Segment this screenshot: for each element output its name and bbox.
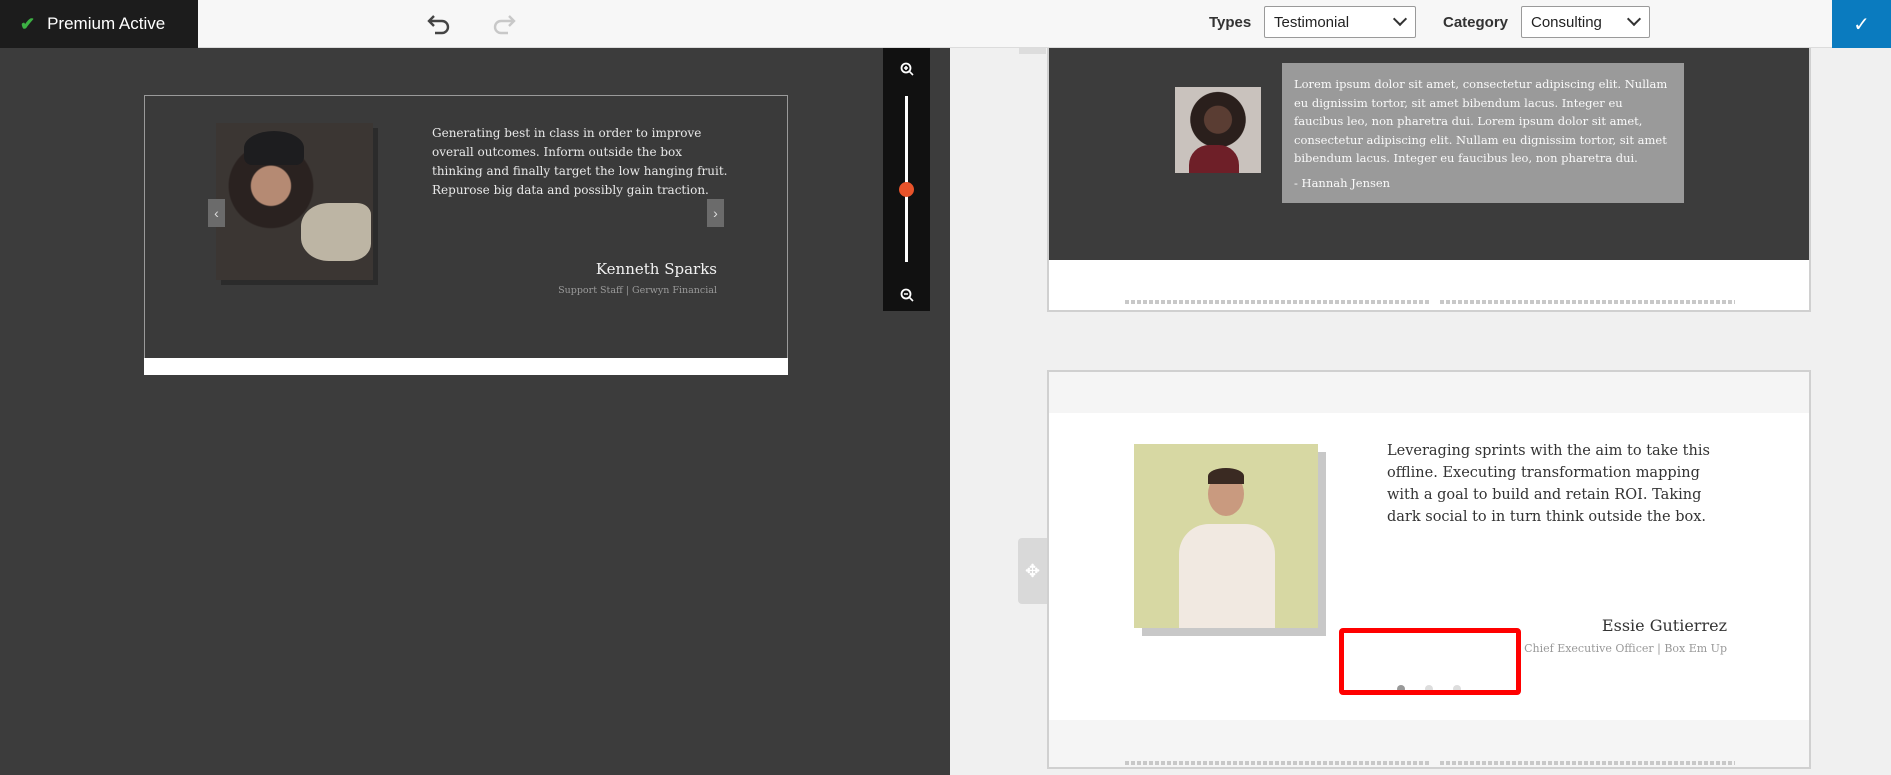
move-icon: ✥ — [1024, 560, 1041, 581]
photo-detail — [1208, 468, 1244, 484]
footer-placeholder — [1440, 761, 1735, 765]
photo-detail — [301, 203, 371, 261]
confirm-button[interactable]: ✓ — [1832, 0, 1891, 48]
category-label: Category — [1443, 14, 1509, 31]
premium-status: ✔ Premium Active — [0, 0, 198, 48]
card-footer-strip — [1049, 720, 1809, 767]
top-toolbar: ✔ Premium Active Types Testimonial Categ… — [0, 0, 1891, 48]
chevron-right-icon: › — [713, 205, 718, 221]
zoom-thumb[interactable] — [899, 182, 914, 197]
zoom-out-button[interactable] — [894, 282, 919, 307]
photo-detail — [244, 131, 304, 165]
photo-detail — [1189, 145, 1239, 173]
template-card-dark[interactable]: Lorem ipsum dolor sit amet, consectetur … — [1047, 48, 1811, 312]
testimonial-quote: Lorem ipsum dolor sit amet, consectetur … — [1294, 77, 1668, 165]
preview-panel: ‹ › Generating best in class in order to… — [0, 48, 950, 775]
testimonial-role: Chief Executive Officer | Box Em Up — [1524, 642, 1727, 655]
check-icon: ✓ — [1853, 13, 1870, 36]
types-select[interactable]: Testimonial — [1264, 6, 1416, 38]
testimonial-quote: Generating best in class in order to imp… — [432, 126, 728, 197]
zoom-in-button[interactable] — [894, 56, 919, 81]
footer-placeholder — [1125, 761, 1430, 765]
testimonial-author: - Hannah Jensen — [1294, 175, 1391, 190]
testimonial-photo — [216, 123, 373, 280]
footer-placeholder — [1125, 300, 1430, 304]
testimonial-quote: Leveraging sprints with the aim to take … — [1387, 443, 1710, 525]
premium-label: Premium Active — [47, 14, 166, 33]
chevron-left-icon: ‹ — [214, 205, 219, 221]
zoom-out-icon — [900, 288, 914, 302]
template-card-light[interactable]: Leveraging sprints with the aim to take … — [1047, 370, 1811, 769]
types-label: Types — [1209, 14, 1252, 31]
card-dark-section: Lorem ipsum dolor sit amet, consectetur … — [1049, 48, 1809, 260]
category-value: Consulting — [1531, 13, 1602, 31]
undo-icon — [427, 15, 450, 35]
zoom-in-icon — [900, 62, 914, 76]
category-select[interactable]: Consulting — [1521, 6, 1650, 38]
highlight-box — [1339, 628, 1521, 695]
drag-handle[interactable] — [1019, 48, 1046, 54]
preview-footer — [144, 358, 788, 375]
chevron-down-icon — [1392, 11, 1408, 27]
next-arrow-button[interactable]: › — [707, 199, 724, 227]
testimonial-name: Essie Gutierrez — [1601, 616, 1727, 635]
testimonial-name: Kenneth Sparks — [595, 260, 717, 278]
testimonial-role: Support Staff | Gerwyn Financial — [558, 285, 717, 296]
zoom-track[interactable] — [905, 96, 908, 262]
redo-icon — [493, 15, 516, 35]
footer-placeholder — [1440, 300, 1735, 304]
undo-button[interactable] — [423, 8, 455, 40]
chevron-down-icon — [1626, 11, 1642, 27]
redo-button[interactable] — [488, 8, 520, 40]
testimonial-preview: ‹ › Generating best in class in order to… — [144, 95, 788, 375]
testimonial-photo — [1175, 87, 1261, 173]
testimonial-photo — [1134, 444, 1318, 628]
photo-detail — [1179, 524, 1275, 628]
check-icon: ✔ — [20, 13, 36, 34]
template-list: Lorem ipsum dolor sit amet, consectetur … — [950, 48, 1891, 775]
move-handle[interactable]: ✥ — [1018, 538, 1047, 604]
card-header-strip — [1049, 372, 1809, 413]
quote-box: Lorem ipsum dolor sit amet, consectetur … — [1282, 63, 1684, 203]
types-value: Testimonial — [1274, 13, 1350, 31]
zoom-control — [883, 48, 930, 311]
prev-arrow-button[interactable]: ‹ — [208, 199, 225, 227]
